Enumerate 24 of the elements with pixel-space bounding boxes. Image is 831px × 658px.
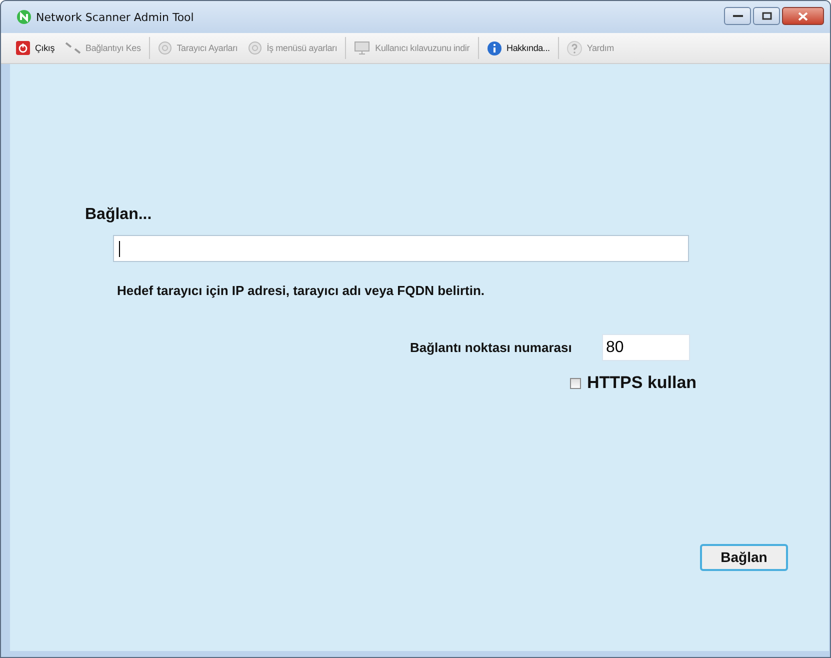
port-field[interactable]: 80 bbox=[602, 334, 690, 361]
maximize-button[interactable] bbox=[753, 7, 780, 25]
toolbar-button[interactable]: Çıkış bbox=[11, 41, 60, 55]
gear-icon bbox=[248, 41, 262, 55]
address-field[interactable] bbox=[113, 235, 689, 262]
plug-icon bbox=[64, 41, 81, 55]
close-icon bbox=[798, 12, 808, 20]
connect-button[interactable]: Bağlan bbox=[700, 544, 788, 570]
info-icon bbox=[486, 40, 502, 56]
gear-icon bbox=[158, 41, 172, 55]
close-button[interactable] bbox=[782, 7, 824, 25]
minimize-button[interactable] bbox=[724, 7, 751, 25]
window-title: Network Scanner Admin Tool bbox=[36, 10, 194, 24]
app-logo-icon bbox=[17, 10, 31, 24]
toolbar-button[interactable]: Hakkında... bbox=[482, 40, 555, 56]
port-label: Bağlantı noktası numarası bbox=[410, 340, 573, 355]
help-icon bbox=[566, 40, 582, 56]
https-checkbox[interactable]: HTTPS kullan bbox=[570, 373, 697, 393]
power-icon bbox=[16, 41, 30, 55]
maximize-icon bbox=[762, 12, 772, 20]
minimize-icon bbox=[732, 14, 742, 18]
monitor-icon bbox=[354, 41, 370, 55]
hint-text: Hedef tarayıcı için IP adresi, tarayıcı adı veya FQDN belirtin. bbox=[117, 283, 486, 298]
section-heading: Bağlan... bbox=[85, 206, 153, 224]
